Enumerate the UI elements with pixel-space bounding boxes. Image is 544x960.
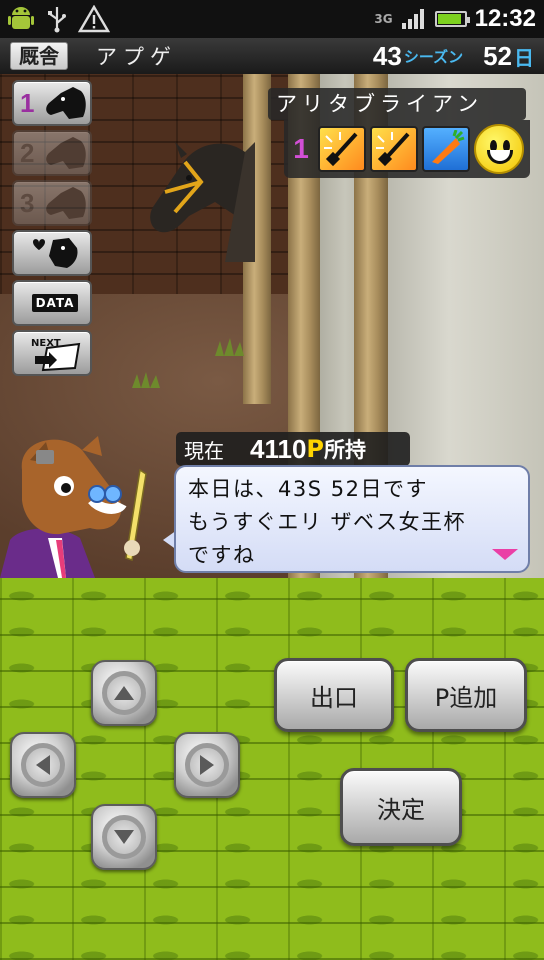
points-display: 現在 4110 P 所持 <box>176 432 410 466</box>
smiley-icon <box>474 124 524 174</box>
data-button[interactable]: DATA <box>12 280 92 326</box>
care-button[interactable] <box>12 230 92 276</box>
horse-head-icon <box>46 87 86 119</box>
next-calendar-icon: NEXT <box>31 338 81 372</box>
arrow-left-icon <box>36 755 50 775</box>
arrow-down-icon <box>114 830 134 844</box>
horse-slot-1-button[interactable]: 1 <box>12 80 92 126</box>
confirm-button[interactable]: 決定 <box>340 768 462 846</box>
dialogue-line-2: もうすぐエリ ザベス女王杯 <box>188 510 466 534</box>
android-icon <box>8 7 34 29</box>
grass-tuft <box>132 372 160 388</box>
horse-head-icon <box>46 137 86 169</box>
add-points-button[interactable]: P追加 <box>405 658 527 732</box>
dialogue-line-1: 本日は、43S 52日です <box>188 477 428 501</box>
heart-horse-icon <box>33 238 78 268</box>
network-3g-icon: 3G <box>374 12 393 26</box>
season-unit: シーズン <box>403 47 464 66</box>
points-suffix: 所持 <box>324 438 366 462</box>
next-page-icon <box>492 549 518 560</box>
warning-icon <box>78 5 110 33</box>
usb-icon <box>48 7 66 33</box>
points-unit: P <box>306 435 324 463</box>
dialogue-line-3: ですね <box>188 543 256 567</box>
next-button[interactable]: NEXT <box>12 330 92 376</box>
battery-level <box>437 14 461 24</box>
header-bar: 厩舎 アプゲ 43 シーズン 52 日 <box>0 38 544 74</box>
points-value: 4110 <box>250 433 307 464</box>
battery-icon <box>434 11 470 27</box>
grass-tuft <box>215 338 244 356</box>
horse-name: アリタブライアン <box>268 88 526 120</box>
arrow-right-icon <box>200 755 214 775</box>
slot-number: 2 <box>20 137 35 168</box>
points-label: 現在 <box>184 438 224 463</box>
signal-icon <box>401 9 424 29</box>
data-monitor-icon: DATA <box>31 294 79 312</box>
horse-slot-3-button[interactable]: 3 <box>12 180 92 226</box>
mascot-horse-image <box>0 436 147 578</box>
subtitle: アプゲ <box>96 45 177 69</box>
controller-pad: 出口 P追加 決定 <box>0 578 544 960</box>
season-number: 43 <box>372 40 402 71</box>
dpad-left-button[interactable] <box>10 732 76 798</box>
horse-slot-2-button[interactable]: 2 <box>12 130 92 176</box>
game-screen: 3G 12:32 厩舎 アプゲ 43 シーズン 52 日 1 2 3 DATA … <box>0 0 544 960</box>
exit-button[interactable]: 出口 <box>274 658 394 732</box>
dpad-down-button[interactable] <box>91 804 157 870</box>
slot-number: 3 <box>20 187 35 218</box>
day-unit: 日 <box>514 45 534 70</box>
whip-icon <box>370 126 418 172</box>
status-bar: 3G 12:32 <box>0 0 544 38</box>
horse-head-image <box>150 142 255 262</box>
horse-head-icon <box>46 187 86 219</box>
clock: 12:32 <box>474 5 536 32</box>
arrow-up-icon <box>114 686 134 700</box>
horse-rank: 1 <box>293 133 309 164</box>
speech-bubble[interactable]: 本日は、43S 52日です もうすぐエリ ザベス女王杯 ですね <box>174 465 530 573</box>
whip-icon <box>318 126 366 172</box>
location-tab[interactable]: 厩舎 <box>10 42 68 70</box>
dpad-right-button[interactable] <box>174 732 240 798</box>
horse-items: 1 <box>284 120 530 178</box>
slot-number: 1 <box>20 87 35 118</box>
carrot-icon <box>422 126 470 172</box>
dpad-up-button[interactable] <box>91 660 157 726</box>
day-number: 52 <box>483 40 512 71</box>
